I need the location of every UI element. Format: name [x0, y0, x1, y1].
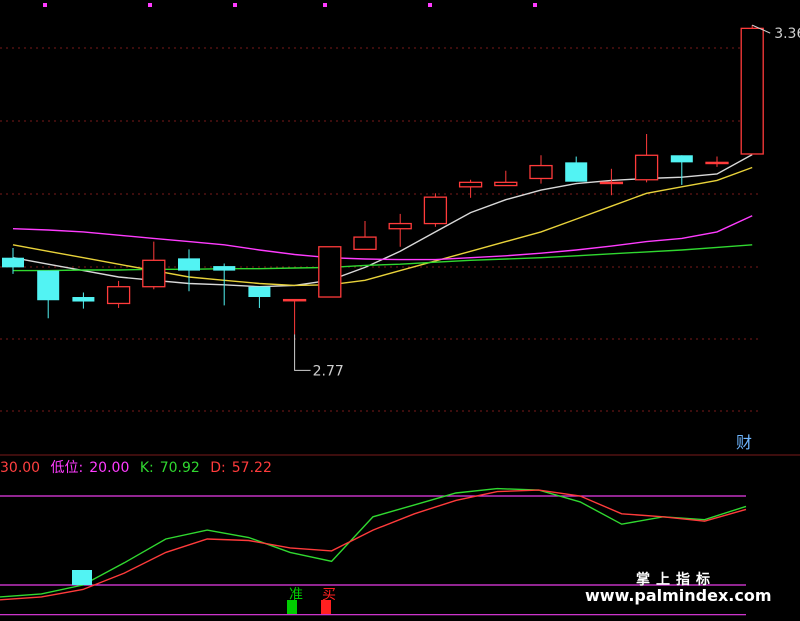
low-level-value: 20.00: [89, 460, 130, 476]
finance-button[interactable]: 财: [733, 432, 755, 454]
candle-body-up: [282, 298, 307, 302]
top-marker: [43, 3, 47, 7]
candle-body-up: [599, 181, 624, 185]
top-marker: [533, 3, 537, 7]
candle-body-down: [670, 155, 693, 163]
ma-line: [13, 244, 753, 272]
d-label: D:: [210, 460, 226, 476]
signal-buy-text: 买: [322, 587, 336, 603]
candle-body-up: [458, 181, 483, 188]
top-marker: [233, 3, 237, 7]
watermark-url: www.palmindex.com: [585, 586, 772, 605]
candle-body-down: [213, 266, 236, 271]
high-price-label: 3.36: [774, 26, 800, 42]
indicator-main-value: 30.00: [0, 460, 41, 476]
candle-body-down: [565, 162, 588, 182]
candle-body-up: [705, 161, 729, 165]
candle-body-up: [423, 196, 448, 225]
d-value: 57.22: [231, 460, 272, 476]
candle-body-down: [37, 270, 60, 301]
signal-prepare-text: 准: [289, 587, 303, 603]
stock-chart: 3.36 2.77 准 买: [0, 3, 800, 616]
k-value: 70.92: [159, 460, 200, 476]
d-line: [0, 489, 747, 601]
candle-body-up: [740, 27, 764, 155]
candle-body-up: [494, 181, 518, 187]
top-marker: [148, 3, 152, 7]
top-marker: [323, 3, 327, 7]
indicator-legend: 30.00 低位: 20.00 K: 70.92 D: 57.22: [0, 458, 278, 478]
candle-body-up: [142, 259, 166, 288]
candle-body-down: [178, 258, 200, 271]
low-marker-line: [294, 334, 311, 371]
candle-body-down: [72, 297, 95, 302]
k-line: [0, 487, 747, 598]
candle-body-up: [353, 236, 377, 250]
candle-body-up: [388, 222, 412, 230]
low-price-label: 2.77: [313, 363, 344, 379]
candle-body-down: [248, 286, 271, 298]
candle-body-up: [106, 286, 131, 305]
candle-body-up: [318, 246, 342, 298]
low-level-label: 低位:: [50, 460, 84, 476]
candle-body-up: [634, 154, 659, 181]
candle-body-down: [2, 257, 24, 268]
indicator-bar: [72, 570, 92, 585]
top-marker: [428, 3, 432, 7]
ma-line: [12, 166, 753, 287]
candle-body-up: [529, 164, 553, 180]
chart-stage: 3.36 2.77 准 买 30.00 低位: 20.00 K: 70.92 D: 57.2…: [0, 0, 800, 621]
k-label: K:: [139, 460, 154, 476]
ma-line: [12, 215, 753, 261]
